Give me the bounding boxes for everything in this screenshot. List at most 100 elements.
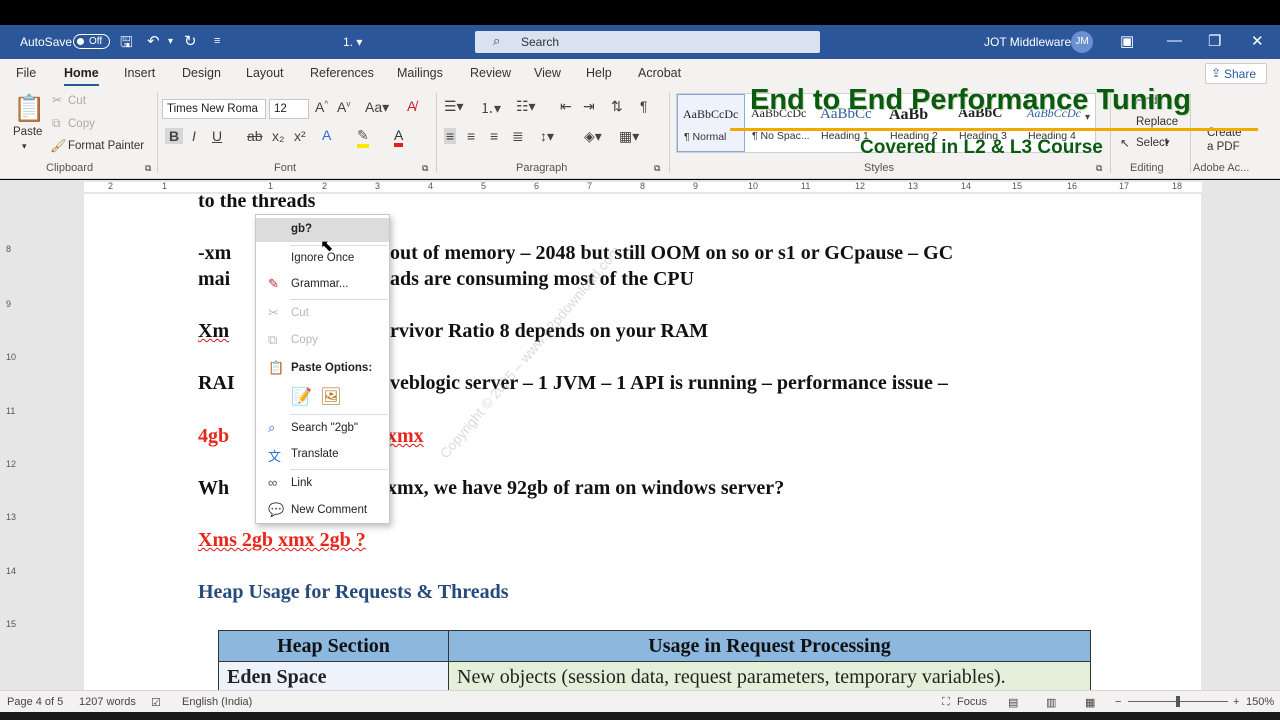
tab-home[interactable]: Home bbox=[64, 66, 99, 86]
style-name: ¶ No Spac... bbox=[752, 130, 810, 142]
align-right-icon[interactable]: ≡ bbox=[490, 128, 498, 144]
decrease-indent-icon[interactable]: ⇤ bbox=[560, 98, 572, 115]
bullets-icon[interactable]: ☰▾ bbox=[444, 98, 464, 115]
align-left-icon[interactable]: ≡ bbox=[444, 128, 457, 144]
increase-indent-icon[interactable]: ⇥ bbox=[583, 98, 595, 115]
change-case-icon[interactable]: Aa▾ bbox=[365, 99, 389, 116]
vruler-tick: 11 bbox=[6, 406, 16, 416]
sort-icon[interactable]: ⇅ bbox=[611, 98, 623, 115]
share-button[interactable]: ⇪ Share bbox=[1205, 63, 1267, 84]
subscript-icon[interactable]: x₂ bbox=[272, 128, 284, 144]
styles-launcher-icon[interactable]: ⧉ bbox=[1096, 163, 1102, 174]
select-dropdown-icon[interactable]: ▾ bbox=[1165, 137, 1170, 148]
document-page[interactable]: to the threads -xm out of memory – 2048 … bbox=[84, 194, 1201, 690]
copy-item[interactable]: ⧉ Copy bbox=[256, 329, 389, 353]
select-button[interactable]: Select bbox=[1136, 137, 1168, 149]
paste-picture-icon[interactable]: 🖼 bbox=[320, 387, 342, 409]
customize-icon[interactable]: ≡ bbox=[214, 35, 220, 47]
paste-dropdown-icon[interactable]: ▾ bbox=[22, 141, 27, 152]
numbering-icon[interactable]: ⒈▾ bbox=[480, 98, 501, 118]
font-launcher-icon[interactable]: ⧉ bbox=[422, 163, 428, 174]
format-painter-button[interactable]: Format Painter bbox=[68, 140, 144, 152]
paste-icon[interactable]: 📋 bbox=[13, 93, 45, 124]
redo-icon[interactable]: ↻ bbox=[184, 32, 197, 50]
minimize-icon[interactable]: — bbox=[1167, 32, 1182, 49]
tab-acrobat[interactable]: Acrobat bbox=[638, 66, 681, 80]
show-marks-icon[interactable]: ¶ bbox=[640, 98, 648, 114]
align-center-icon[interactable]: ≡ bbox=[467, 128, 475, 144]
replace-button[interactable]: Replace bbox=[1136, 116, 1178, 128]
save-icon[interactable]: 🖫 bbox=[120, 32, 133, 57]
tab-help[interactable]: Help bbox=[586, 66, 612, 80]
search-box[interactable]: ⌕ Search bbox=[475, 31, 820, 53]
ruler-tick: 4 bbox=[428, 181, 434, 191]
focus-icon[interactable]: ⛶ bbox=[942, 696, 950, 709]
copy-button[interactable]: Copy bbox=[68, 118, 95, 130]
tab-design[interactable]: Design bbox=[182, 66, 221, 80]
shading-icon[interactable]: ◈▾ bbox=[584, 128, 602, 145]
user-name[interactable]: JOT Middleware bbox=[984, 35, 1071, 49]
tab-view[interactable]: View bbox=[534, 66, 561, 80]
zoom-slider-thumb[interactable] bbox=[1176, 696, 1180, 707]
bold-icon[interactable]: B bbox=[165, 128, 184, 144]
italic-icon[interactable]: I bbox=[192, 128, 196, 144]
cut-item[interactable]: ✂ Cut bbox=[256, 302, 389, 326]
paste-button[interactable]: Paste bbox=[13, 126, 42, 138]
vertical-ruler[interactable]: 8 9 10 11 12 13 14 15 bbox=[0, 194, 20, 690]
ribbon-display-icon[interactable]: ▣ bbox=[1120, 32, 1134, 50]
grow-font-icon[interactable]: A^ bbox=[315, 99, 328, 115]
web-layout-icon[interactable]: ▦ bbox=[1085, 696, 1095, 709]
new-comment-item[interactable]: 💬 New Comment bbox=[256, 499, 389, 523]
style-normal[interactable]: AaBbCcDc ¶ Normal bbox=[677, 94, 745, 152]
maximize-icon[interactable]: ❐ bbox=[1208, 32, 1221, 50]
avatar[interactable]: JM bbox=[1071, 31, 1093, 53]
document-title[interactable]: 1. ▾ bbox=[343, 35, 362, 49]
zoom-level[interactable]: 150% bbox=[1246, 696, 1274, 708]
translate-item[interactable]: 文 Translate bbox=[256, 443, 389, 467]
word-count[interactable]: 1207 words bbox=[79, 696, 136, 708]
read-mode-icon[interactable]: ▤ bbox=[1008, 696, 1018, 709]
zoom-in-icon[interactable]: + bbox=[1233, 696, 1239, 708]
tab-layout[interactable]: Layout bbox=[246, 66, 284, 80]
paragraph-launcher-icon[interactable]: ⧉ bbox=[654, 163, 660, 174]
text-effects-icon[interactable]: A bbox=[322, 127, 331, 143]
grammar-item[interactable]: ✎ Grammar... bbox=[256, 273, 389, 297]
cut-button[interactable]: Cut bbox=[68, 95, 86, 107]
link-item[interactable]: ∞ Link bbox=[256, 472, 389, 496]
undo-dropdown-icon[interactable]: ▾ bbox=[168, 36, 173, 47]
close-icon[interactable]: ✕ bbox=[1251, 32, 1264, 50]
shrink-font-icon[interactable]: Av bbox=[337, 99, 350, 115]
page-count[interactable]: Page 4 of 5 bbox=[7, 696, 63, 708]
select-icon[interactable]: ↖ bbox=[1120, 136, 1130, 150]
language[interactable]: English (India) bbox=[182, 696, 252, 708]
undo-icon[interactable]: ↶ bbox=[147, 32, 160, 50]
print-layout-icon[interactable]: ▥ bbox=[1046, 696, 1056, 709]
justify-icon[interactable]: ≣ bbox=[512, 128, 524, 145]
adobe-group-label: Adobe Ac... bbox=[1193, 162, 1250, 174]
multilevel-list-icon[interactable]: ☷▾ bbox=[516, 98, 536, 115]
tab-review[interactable]: Review bbox=[470, 66, 511, 80]
highlight-icon[interactable]: ✎ bbox=[357, 127, 369, 148]
paste-keep-formatting-icon[interactable]: 📝 bbox=[291, 387, 313, 409]
tab-references[interactable]: References bbox=[310, 66, 374, 80]
borders-icon[interactable]: ▦▾ bbox=[619, 128, 639, 145]
doc-heading-heap: Heap Usage for Requests & Threads bbox=[198, 581, 509, 603]
proofing-icon[interactable]: ☑ bbox=[151, 696, 161, 709]
font-color-icon[interactable]: A bbox=[394, 127, 404, 147]
tab-insert[interactable]: Insert bbox=[124, 66, 155, 80]
clipboard-launcher-icon[interactable]: ⧉ bbox=[145, 163, 151, 174]
tab-mailings[interactable]: Mailings bbox=[397, 66, 443, 80]
horizontal-ruler[interactable]: 2 1 1 2 3 4 5 6 7 8 9 10 11 12 13 14 15 … bbox=[0, 180, 1280, 194]
zoom-out-icon[interactable]: − bbox=[1115, 696, 1121, 708]
focus-button[interactable]: Focus bbox=[957, 696, 987, 708]
strikethrough-icon[interactable]: ab bbox=[247, 128, 263, 144]
clear-formatting-icon[interactable]: A̸ bbox=[407, 98, 416, 114]
line-spacing-icon[interactable]: ↕▾ bbox=[540, 128, 554, 145]
autosave-toggle[interactable]: Off bbox=[73, 34, 110, 49]
superscript-icon[interactable]: x² bbox=[294, 128, 306, 144]
search-item[interactable]: ⌕ Search "2gb" bbox=[256, 417, 389, 441]
tab-file[interactable]: File bbox=[16, 66, 36, 80]
font-name-combo[interactable]: Times New Roma bbox=[162, 99, 266, 119]
underline-icon[interactable]: U bbox=[212, 128, 222, 144]
font-size-combo[interactable]: 12 bbox=[269, 99, 309, 119]
